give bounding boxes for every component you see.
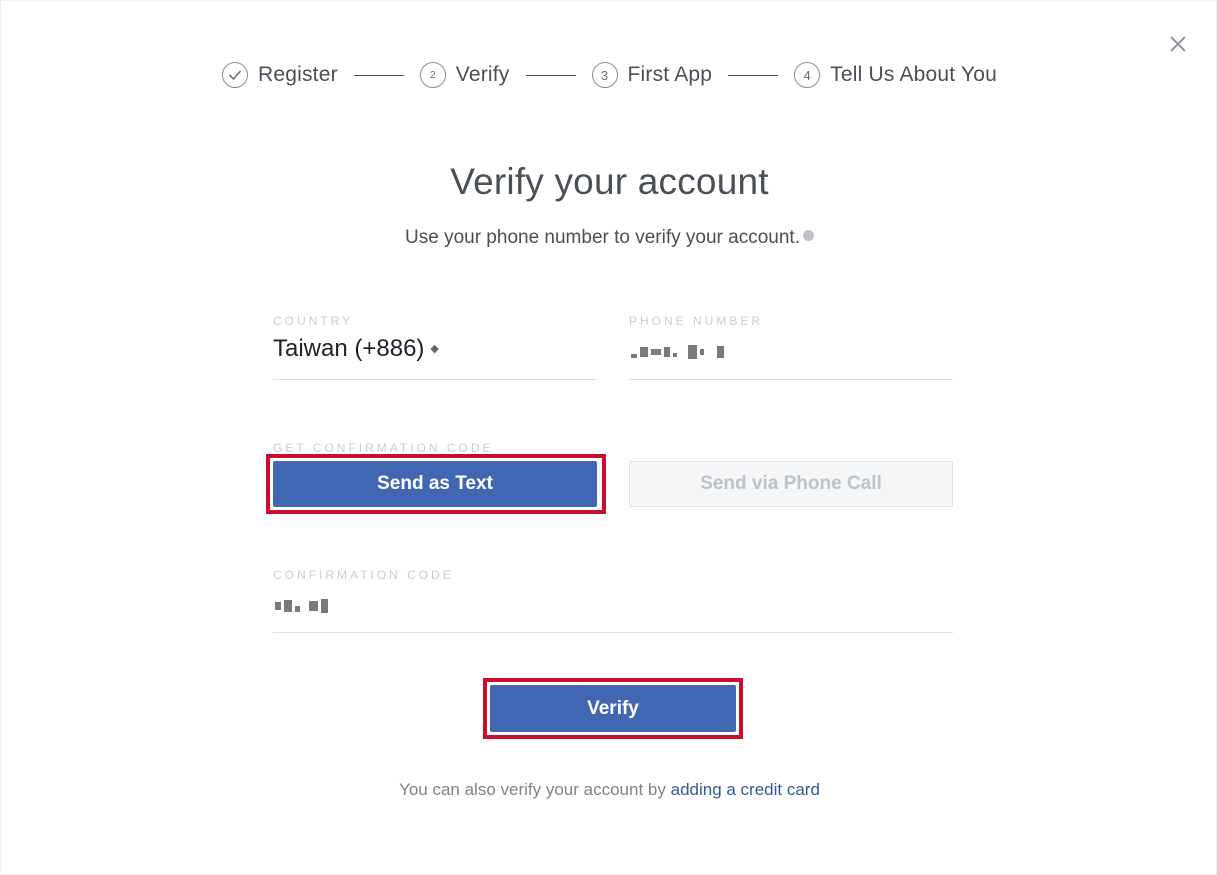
send-via-phone-call-button[interactable]: Send via Phone Call bbox=[629, 461, 953, 507]
step-connector bbox=[728, 74, 779, 76]
close-icon bbox=[1170, 36, 1186, 52]
step-label: Tell Us About You bbox=[830, 63, 998, 86]
sort-arrows-icon: ◆ bbox=[430, 343, 439, 355]
step-number: 3 bbox=[591, 62, 618, 88]
get-code-label: GET CONFIRMATION CODE bbox=[273, 441, 494, 455]
alternative-verify-text: You can also verify your account by addi… bbox=[1, 780, 1217, 800]
page-subtitle: Use your phone number to verify your acc… bbox=[1, 227, 1217, 249]
confirmation-underline bbox=[273, 632, 953, 633]
phone-label: PHONE NUMBER bbox=[629, 314, 764, 328]
step-number: 4 bbox=[794, 62, 821, 88]
info-icon[interactable] bbox=[802, 230, 814, 241]
confirmation-code-input[interactable] bbox=[275, 596, 328, 616]
step-tell-us[interactable]: 4 Tell Us About You bbox=[794, 62, 997, 88]
step-label: Verify bbox=[455, 63, 510, 86]
step-number: 2 bbox=[419, 62, 446, 88]
subtitle-text: Use your phone number to verify your acc… bbox=[405, 227, 800, 248]
confirmation-code-label: CONFIRMATION CODE bbox=[273, 568, 454, 582]
send-as-text-button[interactable]: Send as Text bbox=[273, 461, 597, 507]
step-connector bbox=[353, 74, 404, 76]
page-title: Verify your account bbox=[450, 161, 769, 202]
step-first-app[interactable]: 3 First App bbox=[591, 62, 713, 88]
check-circle-icon bbox=[221, 62, 248, 88]
country-label: COUNTRY bbox=[273, 314, 354, 328]
country-underline bbox=[273, 379, 597, 380]
step-register[interactable]: Register bbox=[221, 62, 338, 88]
phone-underline bbox=[629, 379, 953, 380]
step-connector bbox=[525, 74, 576, 76]
progress-stepper: Register 2 Verify 3 First App 4 Tell Us … bbox=[1, 57, 1217, 93]
country-select[interactable]: Taiwan (+886) ◆ bbox=[273, 335, 439, 363]
step-label: First App bbox=[627, 63, 713, 86]
close-button[interactable] bbox=[1163, 29, 1193, 59]
verify-button[interactable]: Verify bbox=[490, 685, 736, 732]
add-credit-card-link[interactable]: adding a credit card bbox=[671, 780, 820, 799]
phone-input[interactable] bbox=[631, 341, 724, 363]
step-verify[interactable]: 2 Verify bbox=[419, 62, 510, 88]
footer-prefix: You can also verify your account by bbox=[399, 780, 666, 799]
country-value: Taiwan (+886) bbox=[273, 335, 425, 362]
verify-dialog: Register 2 Verify 3 First App 4 Tell Us … bbox=[0, 0, 1217, 875]
step-label: Register bbox=[257, 63, 338, 86]
